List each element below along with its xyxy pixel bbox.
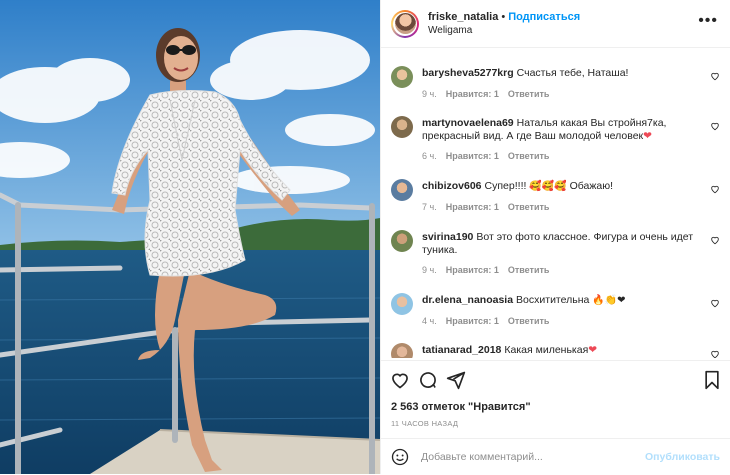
commenter-username[interactable]: tatianarad_2018	[422, 344, 501, 356]
comment-time[interactable]: 9 ч.	[422, 89, 437, 99]
comment-like-heart-icon[interactable]	[710, 235, 720, 245]
comment-item: dr.elena_nanoasia Восхитительна 🔥👏❤ 4 ч. Н…	[391, 293, 720, 343]
add-comment-input[interactable]	[419, 450, 643, 464]
commenter-avatar[interactable]	[391, 293, 413, 315]
comment-text: Восхитительна	[516, 294, 593, 306]
reply-button[interactable]: Ответить	[508, 89, 550, 99]
photo-illustration	[0, 0, 380, 474]
reply-button[interactable]: Ответить	[508, 316, 550, 326]
post-photo[interactable]	[0, 0, 380, 474]
author-avatar[interactable]	[391, 9, 419, 38]
comment-text: Счастья тебе, Наташа!	[516, 67, 629, 79]
comment-meta: 9 ч. Нравится: 1 Ответить	[422, 265, 558, 275]
bookmark-icon[interactable]	[702, 370, 722, 390]
more-horizontal-icon[interactable]: •••	[698, 13, 718, 29]
comment-emoji: 🥰🥰🥰	[529, 181, 567, 192]
post-location[interactable]: Weligama	[428, 24, 580, 38]
likes-count[interactable]: 2 563 отметок "Нравится"	[391, 401, 531, 413]
comment-emoji: 🔥👏❤	[592, 295, 626, 306]
post-panel: friske_natalia • Подписаться Weligama ••• …	[380, 0, 730, 474]
commenter-username[interactable]: martynovaelena69	[422, 117, 514, 129]
comment-likes[interactable]: Нравится: 1	[446, 89, 499, 99]
comment-text: Какая миленькая	[504, 344, 589, 356]
comment-time[interactable]: 7 ч.	[422, 202, 437, 212]
comment-body: barysheva5277krg Счастья тебе, Наташа!	[422, 67, 696, 80]
post-actions-bar	[381, 360, 730, 399]
comment-time[interactable]: 6 ч.	[422, 151, 437, 161]
post-header: friske_natalia • Подписаться Weligama •••	[381, 0, 730, 48]
commenter-username[interactable]: barysheva5277krg	[422, 67, 514, 79]
commenter-avatar[interactable]	[391, 343, 413, 358]
comment-likes[interactable]: Нравится: 1	[446, 202, 499, 212]
separator-dot: •	[501, 10, 506, 23]
author-username[interactable]: friske_natalia	[428, 11, 498, 23]
comment-likes[interactable]: Нравится: 1	[446, 151, 499, 161]
commenter-avatar[interactable]	[391, 66, 413, 88]
reply-button[interactable]: Ответить	[508, 265, 550, 275]
comment-like-heart-icon[interactable]	[710, 349, 720, 358]
comment-like-heart-icon[interactable]	[710, 121, 720, 131]
comment-item: svirina190 Вот это фото классное. Фигура …	[391, 230, 720, 290]
post-timestamp[interactable]: 11 ЧАСОВ НАЗАД	[391, 419, 458, 428]
comment-body: svirina190 Вот это фото классное. Фигура …	[422, 231, 696, 257]
comment-meta: 9 ч. Нравится: 1 Ответить	[422, 89, 558, 99]
comment-meta: 4 ч. Нравится: 1 Ответить	[422, 316, 558, 326]
comment-icon[interactable]	[418, 370, 438, 390]
comment-time[interactable]: 9 ч.	[422, 265, 437, 275]
comment-body: tatianarad_2018 Какая миленькая❤	[422, 344, 696, 357]
comment-emoji: ❤	[643, 130, 652, 142]
commenter-avatar[interactable]	[391, 230, 413, 252]
commenter-username[interactable]: dr.elena_nanoasia	[422, 294, 513, 306]
heart-icon[interactable]	[390, 370, 410, 390]
follow-button[interactable]: Подписаться	[508, 11, 580, 23]
comment-item: martynovaelena69 Наталья какая Вы стройня…	[391, 116, 720, 176]
add-comment-bar: Опубликовать	[381, 438, 730, 475]
comment-text: Супер!!!!	[484, 180, 530, 192]
reply-button[interactable]: Ответить	[508, 202, 550, 212]
comment-like-heart-icon[interactable]	[710, 298, 720, 308]
comment-item: barysheva5277krg Счастья тебе, Наташа! 9 …	[391, 66, 720, 116]
commenter-username[interactable]: svirina190	[422, 231, 473, 243]
comment-body: chibizov606 Супер!!!! 🥰🥰🥰 Обажаю!	[422, 180, 696, 193]
author-info: friske_natalia • Подписаться Weligama	[428, 10, 580, 38]
publish-button[interactable]: Опубликовать	[645, 451, 720, 463]
comment-like-heart-icon[interactable]	[710, 184, 720, 194]
commenter-avatar[interactable]	[391, 116, 413, 138]
comments-list: barysheva5277krg Счастья тебе, Наташа! 9 …	[381, 48, 730, 358]
commenter-avatar[interactable]	[391, 179, 413, 201]
comment-meta: 6 ч. Нравится: 1 Ответить	[422, 151, 558, 161]
smiley-icon[interactable]	[391, 448, 409, 466]
comment-time[interactable]: 4 ч.	[422, 316, 437, 326]
comment-item: chibizov606 Супер!!!! 🥰🥰🥰 Обажаю! 7 ч. Нра…	[391, 179, 720, 229]
paper-plane-icon[interactable]	[446, 370, 466, 390]
comment-likes[interactable]: Нравится: 1	[446, 316, 499, 326]
comment-body: martynovaelena69 Наталья какая Вы стройня…	[422, 117, 696, 143]
comment-emoji: ❤	[588, 344, 598, 356]
instagram-post-window: friske_natalia • Подписаться Weligama ••• …	[0, 0, 730, 474]
avatar-photo	[394, 13, 416, 34]
comment-meta: 7 ч. Нравится: 1 Ответить	[422, 202, 558, 212]
commenter-username[interactable]: chibizov606	[422, 180, 482, 192]
comment-likes[interactable]: Нравится: 1	[446, 265, 499, 275]
comment-item: tatianarad_2018 Какая миленькая❤	[391, 343, 720, 358]
reply-button[interactable]: Ответить	[508, 151, 550, 161]
comment-like-heart-icon[interactable]	[710, 71, 720, 81]
comment-text-tail: Обажаю!	[566, 180, 614, 192]
comment-body: dr.elena_nanoasia Восхитительна 🔥👏❤	[422, 294, 696, 307]
